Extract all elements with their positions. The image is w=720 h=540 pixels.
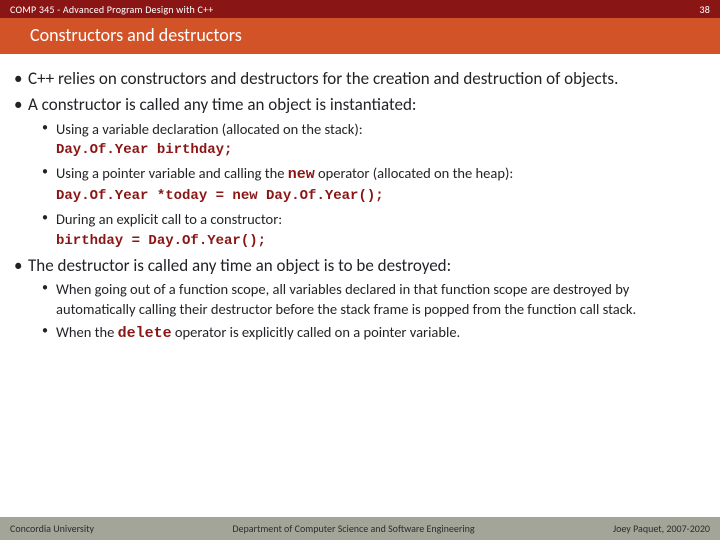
bullet-text: C++ relies on constructors and destructo… [28,68,618,89]
keyword-new: new [288,166,315,183]
bullet-text: A constructor is called any time an obje… [28,94,416,115]
course-label: COMP 345 - Advanced Program Design with … [10,3,213,16]
slide-content: C++ relies on constructors and destructo… [0,54,720,345]
sub-bullet-text: During an explicit call to a constructor… [56,210,282,228]
code-snippet: Day.Of.Year birthday; [56,141,706,160]
bullet-item: C++ relies on constructors and destructo… [14,68,706,90]
sub-bullet-text: operator is explicitly called on a point… [172,323,461,341]
sub-bullet-text: When the [56,323,118,341]
sub-bullet-text: Using a pointer variable and calling the [56,164,288,182]
code-snippet: birthday = Day.Of.Year(); [56,232,706,251]
keyword-delete: delete [118,325,172,342]
footer-left: Concordia University [10,522,94,535]
bullet-text: The destructor is called any time an obj… [28,255,451,276]
sub-bullet-text: When going out of a function scope, all … [56,280,636,318]
code-snippet: Day.Of.Year *today = new Day.Of.Year(); [56,187,706,206]
slide-footer: Concordia University Department of Compu… [0,517,720,540]
footer-center: Department of Computer Science and Softw… [232,522,474,535]
sub-bullet-item: When the delete operator is explicitly c… [42,323,706,344]
slide-number: 38 [699,3,710,16]
bullet-item: The destructor is called any time an obj… [14,255,706,345]
footer-right: Joey Paquet, 2007-2020 [613,522,710,535]
sub-bullet-item: When going out of a function scope, all … [42,280,706,319]
sub-bullet-item: Using a pointer variable and calling the… [42,164,706,206]
bullet-item: A constructor is called any time an obje… [14,94,706,251]
sub-bullet-item: Using a variable declaration (allocated … [42,120,706,160]
sub-bullet-text: Using a variable declaration (allocated … [56,120,363,138]
slide-header: COMP 345 - Advanced Program Design with … [0,0,720,18]
sub-bullet-text: operator (allocated on the heap): [315,164,513,182]
sub-bullet-item: During an explicit call to a constructor… [42,210,706,250]
slide-title: Constructors and destructors [0,18,720,54]
